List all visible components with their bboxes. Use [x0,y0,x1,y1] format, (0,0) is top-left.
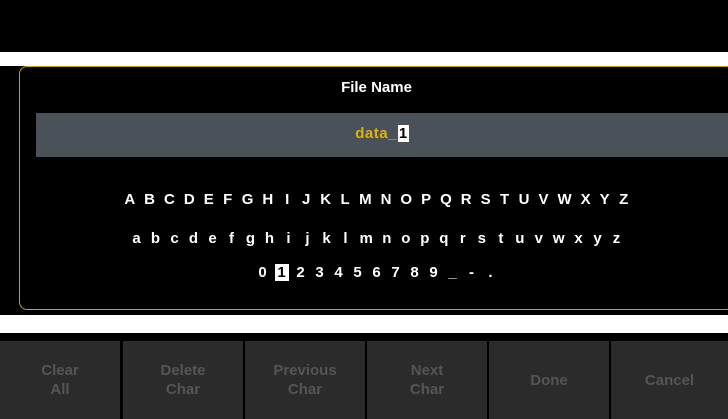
keyboard-key[interactable]: D [182,191,197,208]
keyboard-key[interactable]: 3 [313,264,327,281]
softkey-label: Clear [41,362,79,379]
keyboard-key[interactable]: V [536,191,550,208]
keyboard-key[interactable]: f [224,230,238,247]
keyboard-key[interactable]: s [475,230,489,247]
keyboard-key[interactable]: P [419,191,433,208]
keyboard-key[interactable]: c [167,230,181,247]
keyboard-key[interactable]: p [418,230,432,247]
softkey-label: Cancel [644,371,695,389]
keyboard-key[interactable]: A [122,191,137,208]
clear-all-button[interactable]: Clear All [0,341,120,419]
keyboard-key[interactable]: E [202,191,216,208]
keyboard-key[interactable]: r [456,230,470,247]
keyboard-key[interactable]: F [221,191,235,208]
cancel-button[interactable]: Cancel [611,341,728,419]
filename-text: data_ [355,125,397,142]
keyboard-key[interactable]: 1 [274,264,289,281]
keyboard-key[interactable]: x [572,230,586,247]
keyboard-row-digits: 0 1 2 3 4 5 6 7 8 9 _ -. [20,264,728,281]
keyboard-key[interactable]: j [300,230,314,247]
keyboard-key[interactable]: o [399,230,413,247]
keyboard-key[interactable]: b [148,230,162,247]
keyboard-key[interactable]: 2 [294,264,308,281]
softkey-label: Delete [160,362,206,379]
keyboard-key[interactable]: C [162,191,177,208]
keyboard-key[interactable]: l [338,230,352,247]
keyboard-key[interactable]: v [532,230,546,247]
keyboard-key[interactable]: h [262,230,276,247]
keyboard-key[interactable]: S [479,191,493,208]
softkey-label: Char [409,381,445,398]
keyboard-key[interactable]: H [260,191,275,208]
bottom-divider-band [0,315,728,333]
filename-value: data_ 1 [36,125,728,142]
keyboard-key[interactable]: t [494,230,508,247]
keyboard-key[interactable]: 8 [408,264,422,281]
keyboard-key[interactable]: L [338,191,352,208]
delete-char-button[interactable]: Delete Char [123,341,243,419]
next-char-button[interactable]: Next Char [367,341,487,419]
text-cursor: 1 [397,125,409,142]
keyboard-key[interactable]: . [484,264,498,281]
softkey-label: Next [410,362,444,379]
keyboard-key[interactable]: B [142,191,157,208]
keyboard-key[interactable]: R [459,191,474,208]
keyboard-key[interactable]: X [579,191,593,208]
keyboard-key[interactable]: 5 [351,264,365,281]
keyboard-key[interactable]: d [186,230,200,247]
keyboard-key[interactable]: 6 [370,264,384,281]
keyboard-key[interactable]: k [319,230,333,247]
keyboard-key[interactable]: Q [438,191,454,208]
keyboard-key[interactable]: - [465,264,479,281]
done-button[interactable]: Done [489,341,609,419]
keyboard-key[interactable]: 7 [389,264,403,281]
previous-char-button[interactable]: Previous Char [245,341,365,419]
keyboard-key[interactable]: n [380,230,394,247]
dialog-title: File Name [341,79,412,96]
keyboard-key[interactable]: U [517,191,532,208]
softkey-label: All [50,381,70,398]
keyboard-key[interactable]: w [551,230,567,247]
softkey-label: Previous [273,362,337,379]
keyboard-key[interactable]: J [299,191,313,208]
keyboard-key[interactable]: T [498,191,512,208]
keyboard-key[interactable]: W [555,191,573,208]
softkey-bar: Clear All Delete Char Previous Char Next Cha… [0,341,728,419]
keyboard-key[interactable]: u [513,230,527,247]
keyboard-key[interactable]: g [243,230,257,247]
file-name-dialog: File Name data_ 1 ABCDEFGHIJKLMNOPQRSTUVW… [19,66,728,310]
keyboard-key[interactable]: Z [617,191,631,208]
keyboard-key[interactable]: q [437,230,451,247]
keyboard-key[interactable]: 9 [427,264,441,281]
softkey-label: Done [530,371,568,389]
top-divider-band [0,52,728,66]
keyboard-key[interactable]: 0 [256,264,270,281]
keyboard-key[interactable]: Y [598,191,612,208]
keyboard-row-uppercase: ABCDEFGHIJKLMNOPQRSTUVWXYZ [20,191,728,208]
keyboard-key[interactable]: 4 [332,264,346,281]
keyboard-key[interactable]: N [379,191,394,208]
keyboard-key[interactable]: M [357,191,374,208]
keyboard-key[interactable]: e [205,230,219,247]
keyboard-row-lowercase: abcdefghijklmnopqrstuvwxyz [20,230,728,247]
filename-field[interactable]: data_ 1 [36,113,728,157]
keyboard-key[interactable]: z [610,230,624,247]
keyboard-key[interactable]: O [398,191,414,208]
keyboard-key[interactable]: G [240,191,256,208]
keyboard-key[interactable]: I [280,191,294,208]
keyboard-key[interactable]: y [591,230,605,247]
keyboard-key[interactable]: m [357,230,374,247]
softkey-label: Char [287,381,323,398]
keyboard-key[interactable]: K [318,191,333,208]
keyboard-key[interactable]: i [281,230,295,247]
keyboard-key[interactable]: a [129,230,143,247]
keyboard-key[interactable]: _ [446,264,460,281]
softkey-label: Char [165,381,201,398]
